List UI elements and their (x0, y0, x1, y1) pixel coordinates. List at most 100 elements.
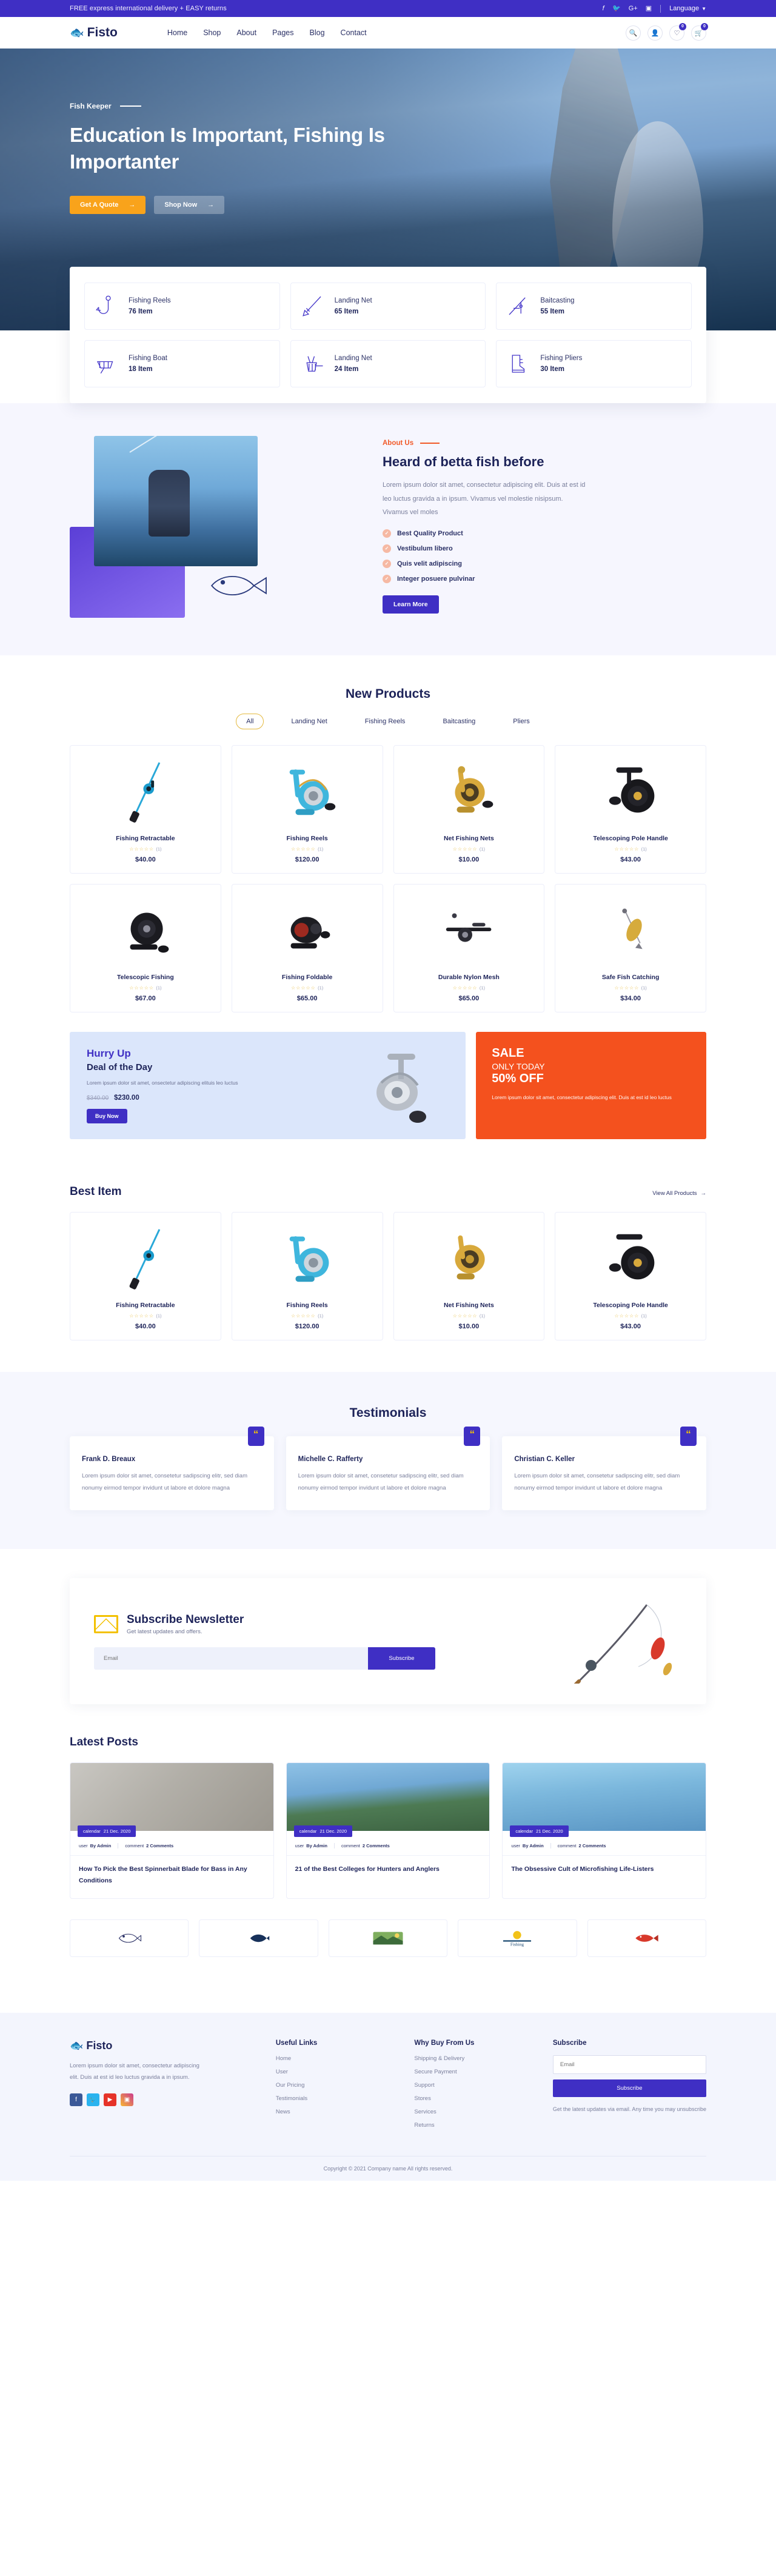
nav-item-about[interactable]: About (236, 28, 256, 37)
product-card[interactable]: Fishing Foldable ☆☆☆☆☆ (1) $65.00 (231, 884, 383, 1012)
chevron-down-icon: ▼ (701, 5, 706, 12)
footer-subscribe-button[interactable]: Subscribe (552, 2079, 706, 2097)
instagram-icon[interactable]: ▣ (121, 2093, 133, 2106)
blog-author-name: By Admin (90, 1843, 112, 1849)
shop-now-label: Shop Now (164, 201, 198, 209)
get-a-quote-button[interactable]: Get A Quote → (70, 196, 146, 215)
blog-author-name: By Admin (522, 1843, 544, 1849)
nav-item-pages[interactable]: Pages (272, 28, 293, 37)
footer-link-news[interactable]: News (276, 2109, 399, 2115)
product-card[interactable]: Safe Fish Catching ☆☆☆☆☆ (1) $34.00 (555, 884, 706, 1012)
wishlist-button[interactable]: ♡ 0 (669, 22, 686, 41)
product-price: $10.00 (458, 1323, 480, 1331)
primary-navigation: Home Shop About Pages Blog Contact (167, 28, 367, 37)
language-selector[interactable]: Language ▼ (669, 5, 706, 12)
google-plus-icon[interactable]: G+ (629, 5, 638, 12)
product-name: Fishing Reels (286, 835, 328, 842)
category-card[interactable]: Landing Net 24 Item (290, 340, 486, 387)
nav-item-home[interactable]: Home (167, 28, 187, 37)
blog-comments: comment 2 Comments (341, 1843, 390, 1848)
header-actions: 🔍 👤 ♡ 0 🛒 0 (626, 22, 708, 41)
category-card[interactable]: Fishing Reels 76 Item (84, 283, 280, 330)
product-card[interactable]: Fishing Reels ☆☆☆☆☆ (1) $120.00 (231, 745, 383, 874)
newsletter-section: Subscribe Newsletter Get latest updates … (0, 1549, 776, 1731)
promo-subtitle: Deal of the Day (87, 1062, 153, 1072)
twitter-icon[interactable]: 🐦 (87, 2093, 99, 2106)
category-card[interactable]: Landing Net 65 Item (290, 283, 486, 330)
calendar-icon: calendar (299, 1828, 317, 1835)
product-image (76, 895, 215, 965)
category-count: 18 Item (129, 366, 153, 373)
product-card[interactable]: Telescoping Pole Handle ☆☆☆☆☆ (1) $43.00 (555, 1212, 706, 1341)
fishing-lure-gold-image (622, 908, 643, 949)
footer-link-stores[interactable]: Stores (414, 2095, 537, 2102)
footer-link-testimonials[interactable]: Testimonials (276, 2095, 399, 2102)
nav-item-blog[interactable]: Blog (310, 28, 325, 37)
blog-date: 21 Dec. 2020 (319, 1828, 347, 1835)
tab-pliers[interactable]: Pliers (503, 714, 540, 729)
footer-link-user[interactable]: User (276, 2069, 399, 2075)
rating-count: (1) (479, 846, 485, 852)
search-button[interactable]: 🔍 (626, 25, 641, 41)
product-card[interactable]: Telescoping Pole Handle ☆☆☆☆☆ (1) $43.00 (555, 745, 706, 874)
blog-card[interactable]: calendar 21 Dec. 2020 user By Admin comm… (70, 1762, 274, 1899)
footer-link-returns[interactable]: Returns (414, 2122, 537, 2129)
blog-card[interactable]: calendar 21 Dec. 2020 user By Admin comm… (286, 1762, 490, 1899)
category-count: 24 Item (334, 366, 359, 373)
learn-more-button[interactable]: Learn More (383, 595, 439, 614)
footer-email-input[interactable] (552, 2055, 706, 2074)
buy-now-button[interactable]: Buy Now (87, 1109, 127, 1124)
footer-link-support[interactable]: Support (414, 2082, 537, 2089)
hero-actions: Get A Quote → Shop Now → (70, 196, 706, 215)
category-card[interactable]: Baitcasting 55 Item (496, 283, 692, 330)
blog-card[interactable]: calendar 21 Dec. 2020 user By Admin comm… (502, 1762, 706, 1899)
comment-icon: comment (125, 1843, 144, 1849)
category-name: Fishing Reels (129, 297, 171, 304)
nav-item-shop[interactable]: Shop (203, 28, 221, 37)
footer-link-services[interactable]: Services (414, 2109, 537, 2115)
product-card[interactable]: Telescopic Fishing ☆☆☆☆☆ (1) $67.00 (70, 884, 221, 1012)
category-card[interactable]: Fishing Pliers 30 Item (496, 340, 692, 387)
account-button[interactable]: 👤 (647, 25, 663, 41)
announcement-text: FREE express international delivery + EA… (70, 5, 227, 12)
product-card[interactable]: Net Fishing Nets ☆☆☆☆☆ (1) $10.00 (393, 745, 545, 874)
instagram-icon[interactable]: ▣ (646, 5, 652, 12)
cart-button[interactable]: 🛒 0 (691, 22, 708, 41)
tab-all[interactable]: All (236, 714, 264, 729)
youtube-icon[interactable]: ▶ (104, 2093, 116, 2106)
brand-logo[interactable] (70, 1919, 189, 1957)
topbar-divider (660, 4, 661, 13)
nav-item-contact[interactable]: Contact (341, 28, 367, 37)
feature-label: Best Quality Product (397, 529, 463, 537)
product-name: Net Fishing Nets (443, 835, 494, 842)
brand-logo[interactable] (587, 1919, 706, 1957)
footer-link-shipping-delivery[interactable]: Shipping & Delivery (414, 2055, 537, 2062)
product-card[interactable]: Fishing Retractable ☆☆☆☆☆ (1) $40.00 (70, 1212, 221, 1341)
brand-logo[interactable]: Fishing (458, 1919, 577, 1957)
facebook-icon[interactable]: 𝑓 (603, 5, 604, 12)
footer-link-home[interactable]: Home (276, 2055, 399, 2062)
product-card[interactable]: Fishing Reels ☆☆☆☆☆ (1) $120.00 (231, 1212, 383, 1341)
view-all-products-link[interactable]: View All Products → (652, 1190, 706, 1197)
tab-fishing-reels[interactable]: Fishing Reels (355, 714, 416, 729)
product-rating: ☆☆☆☆☆ (1) (129, 846, 162, 852)
tab-baitcasting[interactable]: Baitcasting (432, 714, 486, 729)
product-card[interactable]: Durable Nylon Mesh ☆☆☆☆☆ (1) $65.00 (393, 884, 545, 1012)
product-price: $40.00 (135, 1323, 156, 1331)
brand-logo[interactable] (328, 1919, 448, 1957)
footer-link-secure-payment[interactable]: Secure Payment (414, 2069, 537, 2075)
site-logo[interactable]: 🐟 Fisto (70, 25, 118, 40)
twitter-icon[interactable]: 🐦 (612, 5, 621, 12)
footer-link-our-pricing[interactable]: Our Pricing (276, 2082, 399, 2089)
newsletter-subscribe-button[interactable]: Subscribe (368, 1647, 435, 1670)
category-card[interactable]: Fishing Boat 18 Item (84, 340, 280, 387)
product-card[interactable]: Fishing Retractable ☆☆☆☆☆ (1) $40.00 (70, 745, 221, 874)
newsletter-email-input[interactable] (94, 1647, 369, 1670)
about-photo (94, 436, 258, 566)
product-card[interactable]: Net Fishing Nets ☆☆☆☆☆ (1) $10.00 (393, 1212, 545, 1341)
shop-now-button[interactable]: Shop Now → (154, 196, 225, 215)
tab-landing-net[interactable]: Landing Net (281, 714, 337, 729)
brand-logo[interactable] (199, 1919, 318, 1957)
facebook-icon[interactable]: f (70, 2093, 82, 2106)
footer-logo[interactable]: 🐟 Fisto (70, 2039, 260, 2052)
